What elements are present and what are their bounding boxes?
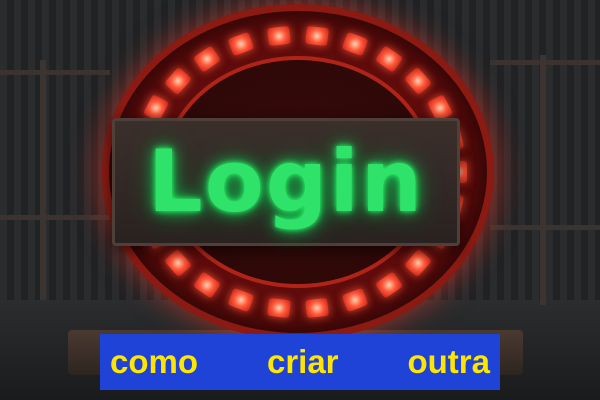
light-bulb bbox=[266, 25, 291, 47]
fence-rail bbox=[0, 215, 110, 220]
fence-rail bbox=[0, 70, 110, 75]
light-bulb bbox=[305, 297, 330, 319]
caption-word: como bbox=[110, 343, 199, 380]
caption-word: outra bbox=[407, 343, 490, 380]
photo-scene: Login como criar outra bbox=[0, 0, 600, 400]
caption-word: criar bbox=[266, 343, 339, 380]
light-bulb bbox=[305, 25, 330, 47]
fence-post bbox=[40, 60, 46, 300]
caption-banner: como criar outra bbox=[100, 334, 500, 390]
login-neon-text: Login bbox=[147, 132, 425, 232]
light-bulb bbox=[266, 297, 291, 319]
fence-post bbox=[540, 55, 546, 305]
